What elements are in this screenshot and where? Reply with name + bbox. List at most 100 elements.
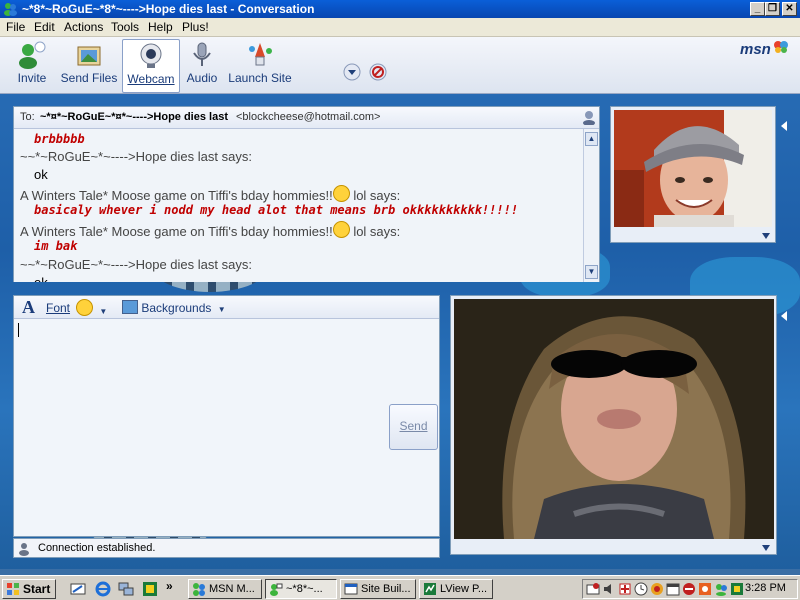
menu-edit[interactable]: Edit: [34, 20, 55, 34]
launch-site-button[interactable]: Launch Site: [228, 39, 292, 91]
start-button[interactable]: Start: [2, 579, 56, 599]
menu-plus[interactable]: Plus!: [182, 20, 209, 34]
message-list[interactable]: brbbbbb ~~*~RoGuE~*~---->Hope dies last s…: [14, 129, 584, 282]
taskbar: Start » MSN M... ~*8*~... Site Buil... L…: [0, 575, 800, 600]
menu-help[interactable]: Help: [148, 20, 173, 34]
tray-app-icon[interactable]: [618, 582, 632, 596]
close-button[interactable]: ✕: [782, 2, 797, 16]
own-webcam-video[interactable]: [614, 110, 772, 227]
windows-logo-icon: [7, 583, 19, 595]
conversation-icon: [270, 583, 283, 596]
font-label: Font: [46, 301, 71, 315]
contact-name: ~*¤*~RoGuE~*¤*~---->Hope dies last: [40, 111, 228, 123]
send-files-label: Send Files: [60, 71, 118, 85]
send-button[interactable]: Send: [389, 404, 438, 450]
tray-app-icon[interactable]: [730, 582, 744, 596]
tray-app-icon[interactable]: [682, 582, 696, 596]
contact-card-icon[interactable]: [581, 109, 597, 125]
msn-tray-icon[interactable]: [714, 582, 728, 596]
says-suffix: lol says:: [349, 188, 401, 203]
message-text: im bak: [34, 239, 78, 253]
network-icon[interactable]: [118, 581, 134, 597]
launch-site-label: Launch Site: [228, 71, 292, 85]
text-cursor: [18, 323, 19, 337]
webcam-button[interactable]: Webcam: [122, 39, 180, 93]
menu-bar: File Edit Actions Tools Help Plus!: [0, 18, 800, 37]
smiley-icon: [76, 299, 93, 316]
compose-panel: A Font ▼ Backgrounds ▼ Send: [13, 295, 440, 537]
message-text: brbbbbb: [34, 132, 85, 146]
messenger-quicklaunch-icon[interactable]: [142, 581, 158, 597]
contact-webcam-panel: [450, 295, 777, 555]
chevron-down-icon[interactable]: [343, 63, 361, 81]
title-bar[interactable]: ~*8*~RoGuE~*8*~---->Hope dies last - Con…: [0, 0, 800, 18]
to-label: To:: [20, 111, 35, 123]
smiley-icon: [332, 185, 350, 202]
task-site-builder[interactable]: Site Buil...: [340, 579, 416, 599]
calendar-icon[interactable]: [666, 582, 680, 596]
connection-status-icon: [19, 543, 29, 556]
contact-webcam-video[interactable]: [454, 299, 774, 539]
block-icon[interactable]: [369, 63, 387, 81]
task-label: Site Buil...: [361, 583, 411, 595]
sender-line: ~~*~RoGuE~*~---->Hope dies last says:: [20, 149, 252, 164]
own-webcam-panel: [610, 106, 776, 243]
task-msn-messenger[interactable]: MSN M...: [188, 579, 262, 599]
backgrounds-label: Backgrounds: [141, 301, 212, 315]
says-suffix: lol says:: [349, 224, 401, 239]
msn-buddy-icon: [4, 3, 17, 16]
invite-button[interactable]: Invite: [10, 39, 54, 91]
clock-icon[interactable]: [634, 582, 648, 596]
menu-tools[interactable]: Tools: [111, 20, 139, 34]
history-scrollbar[interactable]: ▲ ▼: [583, 129, 599, 282]
backgrounds-button[interactable]: Backgrounds ▼: [122, 300, 226, 315]
message-input[interactable]: [14, 319, 439, 536]
sender-line: A Winters Tale* Moose game on Tiffi's bd…: [20, 185, 400, 203]
backgrounds-icon: [122, 300, 138, 314]
audio-button[interactable]: Audio: [184, 39, 220, 91]
tray-app-icon[interactable]: [698, 582, 712, 596]
minimize-button[interactable]: _: [750, 2, 765, 16]
quicklaunch-more-icon[interactable]: »: [166, 579, 173, 593]
toolbar: Invite Send Files Webcam Audio Launch Si…: [0, 37, 800, 94]
own-cam-menu-icon[interactable]: [761, 232, 771, 240]
message-text: basicaly whever i nodd my head alot that…: [34, 203, 519, 217]
lview-icon: [424, 583, 436, 595]
start-label: Start: [23, 582, 51, 596]
send-files-icon: [77, 46, 101, 66]
scroll-down-icon[interactable]: ▼: [585, 265, 598, 279]
volume-icon[interactable]: [602, 582, 616, 596]
window-icon: [344, 583, 358, 595]
smiley-icon: [332, 221, 350, 238]
msn-butterfly-icon: [774, 41, 788, 53]
menu-file[interactable]: File: [6, 20, 25, 34]
task-lview-pro[interactable]: LView P...: [419, 579, 493, 599]
tray-app-icon[interactable]: [650, 582, 664, 596]
maximize-button[interactable]: ❐: [765, 2, 780, 16]
message-text: ok: [34, 275, 48, 282]
sender-line: A Winters Tale* Moose game on Tiffi's bd…: [20, 221, 400, 239]
chevron-down-icon: ▼: [217, 305, 226, 314]
task-conversation[interactable]: ~*8*~...: [265, 579, 337, 599]
send-files-button[interactable]: Send Files: [60, 39, 118, 91]
sender-name: A Winters Tale* Moose game on Tiffi's bd…: [20, 188, 333, 203]
to-bar: To: ~*¤*~RoGuE~*¤*~---->Hope dies last <…: [14, 107, 599, 129]
audio-label: Audio: [186, 71, 218, 85]
webcam-icon: [140, 43, 162, 68]
font-button[interactable]: A Font: [22, 297, 70, 318]
webcam-label: Webcam: [127, 72, 175, 86]
show-desktop-icon[interactable]: [70, 581, 86, 597]
tray-app-icon[interactable]: [586, 582, 600, 596]
emoticon-button[interactable]: ▼: [76, 299, 107, 317]
collapse-arrow-icon[interactable]: [780, 120, 788, 132]
msn-logo: msn: [740, 41, 771, 58]
sender-name: A Winters Tale* Moose game on Tiffi's bd…: [20, 224, 333, 239]
collapse-arrow-icon[interactable]: [780, 310, 788, 322]
microphone-icon: [193, 42, 211, 66]
internet-explorer-icon[interactable]: [95, 581, 111, 597]
scroll-up-icon[interactable]: ▲: [585, 132, 598, 146]
contact-cam-menu-icon[interactable]: [761, 544, 771, 552]
task-label: LView P...: [440, 583, 488, 595]
menu-actions[interactable]: Actions: [64, 20, 103, 34]
status-bar: Connection established.: [13, 538, 440, 558]
